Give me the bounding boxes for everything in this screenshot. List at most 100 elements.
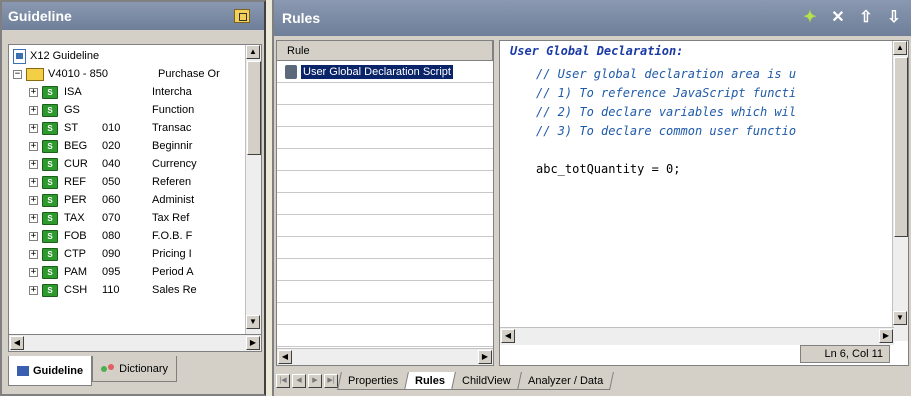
tab-rules[interactable]: Rules — [404, 372, 457, 390]
scroll-left-icon[interactable]: ◀ — [10, 336, 24, 350]
tree-segment[interactable]: + S PER 060 Administ — [29, 191, 261, 209]
bottom-tab-strip: |◀ ◀ ▶ ▶| Properties Rules ChildView Ana… — [276, 370, 614, 392]
code-assignment: = 0; — [644, 162, 681, 176]
expand-icon[interactable]: + — [29, 267, 38, 277]
folder-icon — [26, 67, 44, 81]
list-item[interactable] — [277, 193, 493, 215]
tree-segment[interactable]: + S ISA Intercha — [29, 83, 261, 101]
expand-icon[interactable]: + — [29, 249, 38, 259]
scroll-right-icon[interactable]: ▶ — [879, 329, 893, 343]
scroll-down-icon[interactable]: ▼ — [246, 315, 260, 329]
tab-childview[interactable]: ChildView — [451, 372, 522, 390]
expand-icon[interactable]: + — [29, 141, 38, 151]
guideline-title: Guideline — [8, 8, 72, 24]
tree-segment[interactable]: + S BEG 020 Beginnir — [29, 137, 261, 155]
new-rule-icon[interactable]: ✦ — [801, 9, 819, 27]
tab-properties[interactable]: Properties — [337, 372, 410, 390]
scroll-down-icon[interactable]: ▼ — [893, 311, 907, 325]
tab-guideline[interactable]: Guideline — [8, 356, 93, 386]
tree-segment[interactable]: + S PAM 095 Period A — [29, 263, 261, 281]
expand-icon[interactable]: + — [29, 285, 38, 295]
guideline-tabs: Guideline Dictionary — [8, 356, 178, 386]
rules-list: Rule User Global Declaration Script ◀ ▶ — [276, 40, 494, 366]
rules-list-header[interactable]: Rule — [277, 41, 493, 61]
guideline-tab-icon — [17, 365, 29, 376]
list-item[interactable] — [277, 281, 493, 303]
rules-panel: Rules ✦ ✕ ⇧ ⇩ Rule User Global Declarati… — [272, 0, 911, 396]
guideline-titlebar: Guideline — [2, 2, 264, 30]
tree-segment[interactable]: + S GS Function — [29, 101, 261, 119]
prev-tab-icon[interactable]: ◀ — [292, 374, 306, 388]
scroll-left-icon[interactable]: ◀ — [278, 350, 292, 364]
rules-title: Rules — [282, 10, 321, 26]
tab-dictionary[interactable]: Dictionary — [92, 356, 178, 382]
tree-segment[interactable]: + S TAX 070 Tax Ref — [29, 209, 261, 227]
editor-vertical-scrollbar[interactable]: ▲ ▼ — [892, 41, 908, 341]
list-item[interactable] — [277, 127, 493, 149]
guideline-panel: Guideline X12 Guideline − V4010 - 850 Pu… — [0, 0, 266, 396]
list-item[interactable] — [277, 259, 493, 281]
expand-icon[interactable]: + — [29, 159, 38, 169]
segment-icon: S — [42, 211, 58, 225]
expand-icon[interactable]: + — [29, 213, 38, 223]
tab-analyzer-data[interactable]: Analyzer / Data — [516, 372, 614, 390]
code-variable: abc_totQuantity — [536, 162, 645, 176]
tree-root[interactable]: X12 Guideline — [13, 47, 251, 65]
tree-doc[interactable]: − V4010 - 850 Purchase Or — [13, 65, 251, 83]
move-up-icon[interactable]: ⇧ — [857, 9, 875, 27]
expand-icon[interactable]: + — [29, 105, 38, 115]
editor-horizontal-scrollbar[interactable]: ◀ ▶ — [500, 327, 894, 345]
list-item[interactable] — [277, 303, 493, 325]
segment-icon: S — [42, 175, 58, 189]
scroll-right-icon[interactable]: ▶ — [246, 336, 260, 350]
tree-segment[interactable]: + S ST 010 Transac — [29, 119, 261, 137]
list-item[interactable] — [277, 149, 493, 171]
segment-icon: S — [42, 103, 58, 117]
expand-icon[interactable]: + — [29, 123, 38, 133]
code-comment-line: // 3) To declare common user functio — [536, 124, 797, 138]
segment-icon: S — [42, 229, 58, 243]
scroll-right-icon[interactable]: ▶ — [478, 350, 492, 364]
app-window: Guideline X12 Guideline − V4010 - 850 Pu… — [0, 0, 911, 396]
scroll-left-icon[interactable]: ◀ — [501, 329, 515, 343]
code-area[interactable]: // User global declaration area is u // … — [536, 65, 796, 179]
rules-list-horizontal-scrollbar[interactable]: ◀ ▶ — [277, 348, 493, 365]
tree-segment[interactable]: + S REF 050 Referen — [29, 173, 261, 191]
list-item[interactable] — [277, 171, 493, 193]
list-item[interactable] — [277, 215, 493, 237]
list-item[interactable] — [277, 325, 493, 347]
list-item[interactable] — [277, 237, 493, 259]
cursor-position-status: Ln 6, Col 11 — [800, 345, 890, 363]
tree-horizontal-scrollbar[interactable]: ◀ ▶ — [8, 334, 262, 352]
list-item[interactable] — [277, 83, 493, 105]
segment-icon: S — [42, 85, 58, 99]
script-editor[interactable]: User Global Declaration: // User global … — [499, 40, 909, 366]
segment-icon: S — [42, 193, 58, 207]
tree-segment[interactable]: + S FOB 080 F.O.B. F — [29, 227, 261, 245]
code-comment-line: // User global declaration area is u — [536, 67, 797, 81]
next-tab-icon[interactable]: ▶ — [308, 374, 322, 388]
segment-icon: S — [42, 139, 58, 153]
last-tab-icon[interactable]: ▶| — [324, 374, 338, 388]
expand-icon[interactable]: + — [29, 177, 38, 187]
scroll-thumb[interactable] — [894, 57, 908, 237]
tree-segment[interactable]: + S CSH 110 Sales Re — [29, 281, 261, 299]
move-down-icon[interactable]: ⇩ — [885, 9, 903, 27]
expand-icon[interactable]: + — [29, 195, 38, 205]
collapse-icon[interactable]: − — [13, 69, 22, 79]
panel-toggle-icon[interactable] — [234, 9, 250, 23]
list-item[interactable] — [277, 105, 493, 127]
delete-icon[interactable]: ✕ — [829, 9, 847, 27]
tree-segment[interactable]: + S CUR 040 Currency — [29, 155, 261, 173]
scroll-up-icon[interactable]: ▲ — [893, 41, 907, 55]
rule-item-global-declaration[interactable]: User Global Declaration Script — [277, 61, 493, 83]
tree-vertical-scrollbar[interactable]: ▲ ▼ — [245, 45, 261, 343]
tree-segment[interactable]: + S CTP 090 Pricing I — [29, 245, 261, 263]
scroll-thumb[interactable] — [247, 61, 261, 155]
scroll-up-icon[interactable]: ▲ — [246, 45, 260, 59]
first-tab-icon[interactable]: |◀ — [276, 374, 290, 388]
expand-icon[interactable]: + — [29, 231, 38, 241]
expand-icon[interactable]: + — [29, 87, 38, 97]
rules-titlebar: Rules ✦ ✕ ⇧ ⇩ — [274, 0, 911, 36]
code-comment-line: // 2) To declare variables which wil — [536, 105, 797, 119]
